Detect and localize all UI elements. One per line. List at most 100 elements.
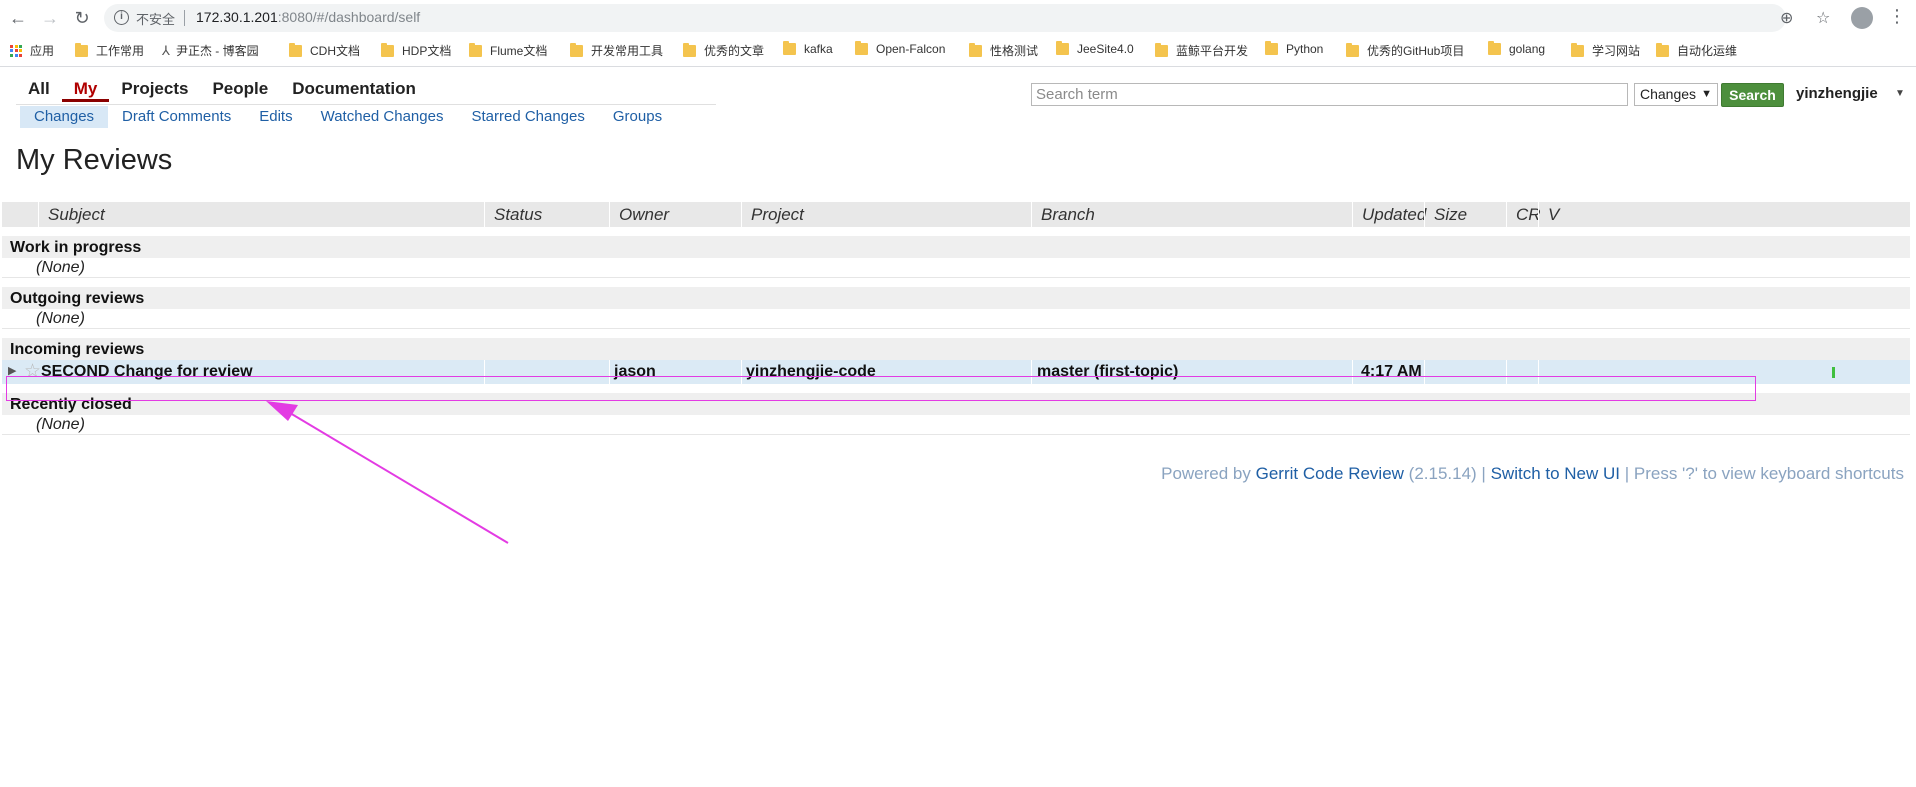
top-menu-all[interactable]: All: [16, 78, 62, 102]
column-header-branch[interactable]: Branch: [1031, 202, 1095, 227]
bookmark-label: Flume文档: [490, 44, 548, 58]
section-title: Outgoing reviews: [2, 287, 1910, 309]
folder-icon: [1265, 41, 1278, 55]
bookmark-item[interactable]: 工作常用: [75, 42, 144, 59]
bookmark-item[interactable]: 学习网站: [1571, 42, 1640, 59]
header-spacer: [2, 202, 38, 227]
url-text[interactable]: 172.30.1.201:8080/#/dashboard/self: [196, 9, 420, 25]
folder-icon: [1155, 42, 1168, 57]
column-header-subject[interactable]: Subject: [38, 202, 105, 227]
bookmark-label: 蓝鲸平台开发: [1176, 44, 1249, 58]
bookmark-star-icon[interactable]: ☆: [1816, 8, 1830, 28]
bookmark-item[interactable]: Python: [1265, 41, 1323, 56]
bookmark-item[interactable]: 优秀的文章: [683, 42, 764, 59]
change-subject[interactable]: SECOND Change for review: [41, 360, 253, 384]
footer-prefix: Powered by: [1161, 464, 1256, 483]
section-title: Recently closed: [2, 393, 1910, 415]
section-title: Work in progress: [2, 236, 1910, 258]
cell-divider: [1538, 360, 1539, 384]
column-header-owner[interactable]: Owner: [609, 202, 669, 227]
sub-menu-starred-changes[interactable]: Starred Changes: [457, 106, 598, 128]
empty-row: (None): [2, 309, 1910, 329]
search-scope-value: Changes: [1640, 86, 1697, 102]
column-header-size[interactable]: Size: [1424, 202, 1467, 227]
top-menu-projects[interactable]: Projects: [109, 78, 200, 102]
change-owner[interactable]: jason: [614, 360, 656, 384]
bookmark-item[interactable]: HDP文档: [381, 42, 451, 59]
sub-menu-edits[interactable]: Edits: [245, 106, 306, 128]
bookmark-item[interactable]: 自动化运维: [1656, 42, 1737, 59]
folder-icon: [570, 42, 583, 57]
column-header-cr[interactable]: CR: [1506, 202, 1541, 227]
change-branch[interactable]: master (first-topic): [1037, 360, 1178, 384]
footer-shortcuts: | Press '?' to view keyboard shortcuts: [1620, 464, 1904, 483]
sub-menu-draft-comments[interactable]: Draft Comments: [108, 106, 245, 128]
bookmark-label: 性格测试: [990, 44, 1039, 58]
address-divider: [184, 10, 185, 26]
browser-menu-icon[interactable]: ⋮: [1888, 6, 1906, 27]
cell-divider: [1506, 360, 1507, 384]
bookmark-item[interactable]: 性格测试: [969, 42, 1038, 59]
empty-row: (None): [2, 415, 1910, 435]
bookmark-label: CDH文档: [310, 44, 360, 58]
bookmark-item[interactable]: 开发常用工具: [570, 42, 663, 59]
bookmark-item[interactable]: ⅄ 尹正杰 - 博客园: [162, 42, 259, 59]
bookmark-label: 优秀的GitHub项目: [1367, 44, 1465, 58]
bookmark-item[interactable]: Flume文档: [469, 42, 547, 59]
table-header: Subject Status Owner Project Branch Updated Si…: [2, 202, 1910, 227]
bookmark-item[interactable]: kafka: [783, 41, 833, 56]
search-button[interactable]: Search: [1721, 83, 1784, 107]
sub-menu-groups[interactable]: Groups: [599, 106, 676, 128]
cell-divider: [1031, 360, 1032, 384]
browser-toolbar: ← → ↻ i 不安全 172.30.1.201:8080/#/dashboar…: [0, 0, 1916, 36]
column-header-status[interactable]: Status: [484, 202, 542, 227]
footer-version: (2.15.14) |: [1403, 464, 1491, 483]
person-icon: ⅄: [162, 42, 170, 58]
info-icon[interactable]: i: [114, 10, 129, 25]
star-icon[interactable]: ☆: [24, 360, 41, 384]
folder-icon: [381, 42, 394, 57]
search-scope-select[interactable]: Changes ▼: [1634, 83, 1718, 106]
row-pointer-icon: ▶: [8, 365, 17, 377]
user-menu[interactable]: yinzhengjie: [1796, 85, 1878, 102]
forward-arrow-icon[interactable]: →: [38, 6, 62, 30]
bookmarks-bar: 应用 工作常用 ⅄ 尹正杰 - 博客园 CDH文档 HDP文档 Flume文档 开发常用工具 优…: [0, 36, 1916, 67]
bookmark-item[interactable]: 应用: [10, 42, 54, 59]
sub-menu-changes[interactable]: Changes: [20, 106, 109, 128]
empty-row: (None): [2, 258, 1910, 278]
bookmark-item[interactable]: CDH文档: [289, 42, 360, 59]
bookmark-label: kafka: [804, 42, 833, 56]
change-project[interactable]: yinzhengjie-code: [746, 360, 876, 384]
switch-new-ui-link[interactable]: Switch to New UI: [1491, 464, 1620, 483]
bookmark-label: golang: [1509, 42, 1546, 56]
gerrit-link[interactable]: Gerrit Code Review: [1256, 464, 1404, 483]
back-arrow-icon[interactable]: ←: [6, 6, 30, 30]
bookmark-item[interactable]: golang: [1488, 41, 1546, 56]
top-menu: All My Projects People Documentation: [16, 78, 428, 102]
user-menu-caret-icon[interactable]: ▼: [1895, 88, 1905, 99]
zoom-icon[interactable]: ⊕: [1780, 8, 1793, 28]
top-menu-documentation[interactable]: Documentation: [280, 78, 428, 102]
reload-icon[interactable]: ↻: [70, 6, 94, 30]
address-bar[interactable]: i 不安全 172.30.1.201:8080/#/dashboard/self…: [104, 4, 1830, 32]
verified-indicator: [1832, 367, 1835, 378]
table-row[interactable]: ▶ ☆ SECOND Change for review jason yinzhengj…: [2, 360, 1910, 384]
column-header-v[interactable]: V: [1538, 202, 1559, 227]
bookmark-label: 优秀的文章: [704, 44, 765, 58]
bookmark-item[interactable]: JeeSite4.0: [1056, 41, 1134, 56]
page-title: My Reviews: [16, 144, 173, 176]
select-caret-icon: ▼: [1701, 88, 1712, 100]
folder-icon: [783, 41, 796, 55]
bookmark-label: 学习网站: [1592, 44, 1641, 58]
cell-divider: [609, 360, 610, 384]
bookmark-item[interactable]: 优秀的GitHub项目: [1346, 42, 1464, 59]
sub-menu-watched-changes[interactable]: Watched Changes: [307, 106, 458, 128]
search-input[interactable]: [1031, 83, 1628, 106]
top-menu-people[interactable]: People: [200, 78, 280, 102]
profile-avatar-icon[interactable]: [1851, 7, 1873, 29]
bookmark-item[interactable]: 蓝鲸平台开发: [1155, 42, 1248, 59]
top-menu-my[interactable]: My: [61, 78, 110, 102]
column-header-project[interactable]: Project: [741, 202, 804, 227]
bookmark-item[interactable]: Open-Falcon: [855, 41, 945, 56]
column-header-updated[interactable]: Updated: [1352, 202, 1426, 227]
